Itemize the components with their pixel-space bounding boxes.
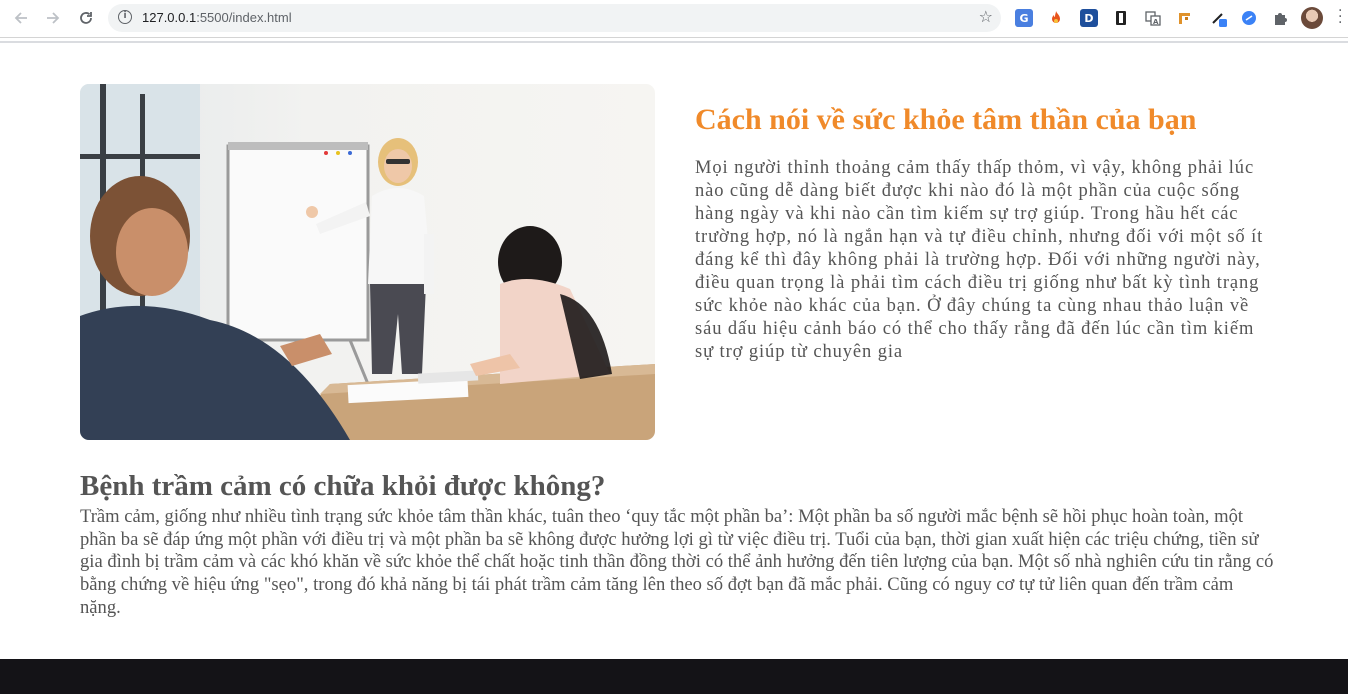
bookmark-star-icon[interactable]: ☆	[979, 7, 993, 26]
hero-title: Cách nói về sức khỏe tâm thần của bạn	[695, 103, 1197, 136]
fire-extension-icon[interactable]	[1047, 9, 1065, 27]
menu-kebab-icon[interactable]: · · ·	[1338, 4, 1342, 30]
reload-button[interactable]	[75, 7, 97, 29]
section-paragraph: Trầm cảm, giống như nhiều tình trạng sức…	[80, 506, 1274, 618]
tools-extension-icon[interactable]	[1176, 9, 1194, 27]
hero-paragraph: Mọi người thỉnh thoảng cảm thấy thấp thỏ…	[695, 158, 1264, 362]
profile-avatar[interactable]	[1301, 7, 1323, 29]
url-text: 127.0.0.1:5500/index.html	[142, 10, 292, 25]
reload-icon	[80, 12, 92, 24]
address-bar[interactable]: i 127.0.0.1:5500/index.html ☆	[108, 4, 1001, 32]
arrow-right-icon	[47, 12, 60, 24]
back-button[interactable]	[10, 7, 32, 29]
site-info-icon[interactable]: i	[118, 10, 132, 24]
arrow-left-icon	[14, 12, 27, 24]
bookmark-extension-icon[interactable]	[1112, 9, 1130, 27]
link-extension-icon[interactable]	[1240, 9, 1258, 27]
hero-image	[80, 84, 655, 440]
meeting-photo	[80, 84, 655, 440]
section-title: Bệnh trầm cảm có chữa khỏi được không?	[80, 470, 606, 502]
d-extension-icon[interactable]: D	[1080, 9, 1098, 27]
browser-toolbar: i 127.0.0.1:5500/index.html ☆ G D A · · ·	[0, 0, 1348, 38]
translate-page-icon[interactable]: A	[1144, 9, 1162, 27]
footer-bar	[0, 659, 1348, 694]
pen-extension-icon[interactable]	[1210, 9, 1228, 27]
translate-extension-icon[interactable]: G	[1015, 9, 1033, 27]
puzzle-extensions-icon[interactable]	[1271, 9, 1289, 27]
svg-text:A: A	[1153, 18, 1159, 26]
forward-button[interactable]	[42, 7, 64, 29]
toolbar-divider	[0, 41, 1348, 43]
